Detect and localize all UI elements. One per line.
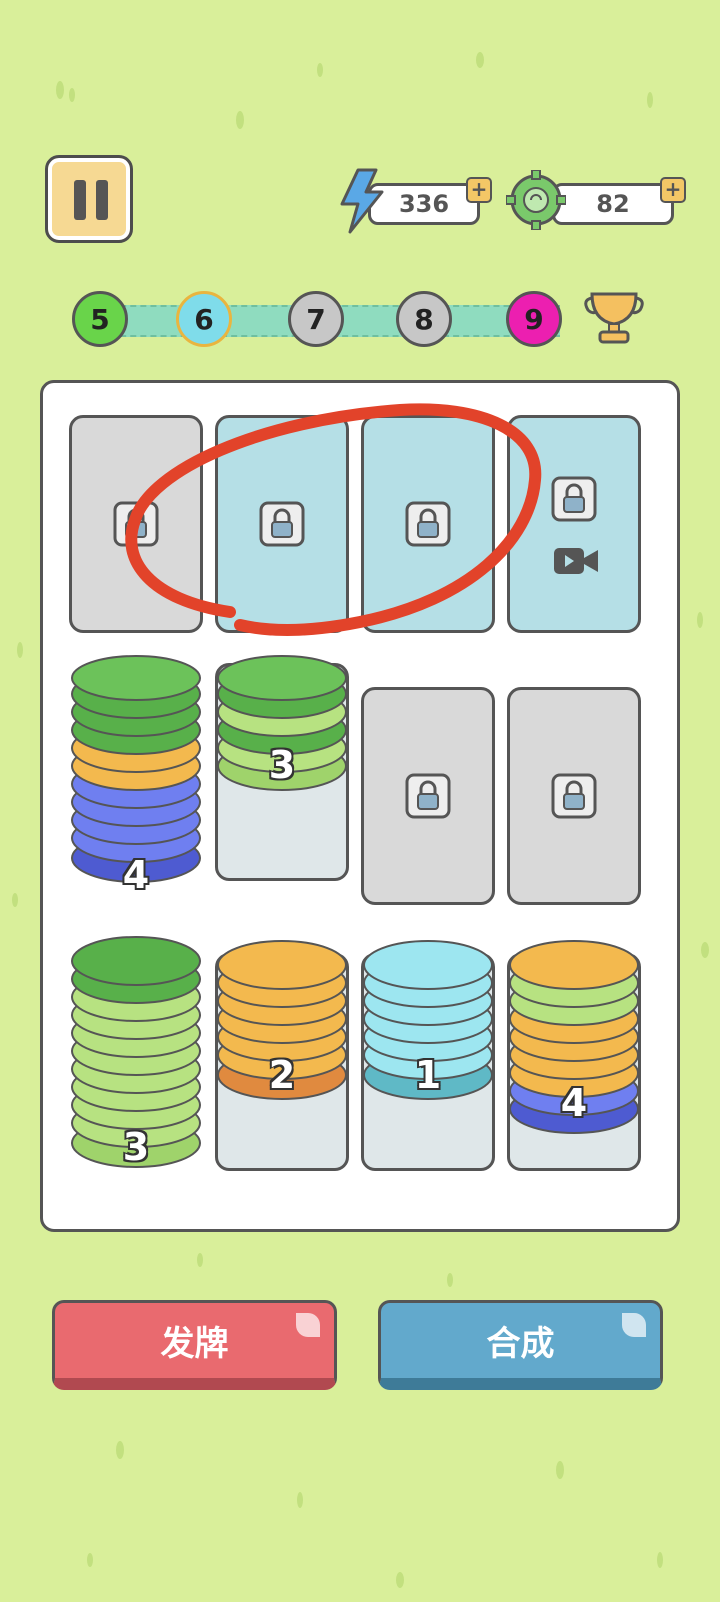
button-shine xyxy=(296,1313,320,1337)
slot-r2-c4-locked[interactable] xyxy=(507,687,641,905)
lock-icon xyxy=(551,773,597,819)
annotation-circle xyxy=(125,403,542,636)
stack-count-r3-c1: 3 xyxy=(122,1125,150,1169)
button-shine xyxy=(622,1313,646,1337)
slot-r2-c3-locked[interactable] xyxy=(361,687,495,905)
merge-label: 合成 xyxy=(486,1324,555,1364)
deal-button[interactable]: 发牌 xyxy=(52,1300,337,1390)
lock-icon xyxy=(405,773,451,819)
stack-count-r3-c4: 4 xyxy=(560,1081,588,1125)
stack-count-r2-c2: 3 xyxy=(268,743,296,787)
merge-button[interactable]: 合成 xyxy=(378,1300,663,1390)
stack-count-r2-c1: 4 xyxy=(122,853,150,897)
deal-label: 发牌 xyxy=(160,1324,229,1364)
stack-count-r3-c3: 1 xyxy=(414,1053,442,1097)
stack-count-r3-c2: 2 xyxy=(268,1053,296,1097)
